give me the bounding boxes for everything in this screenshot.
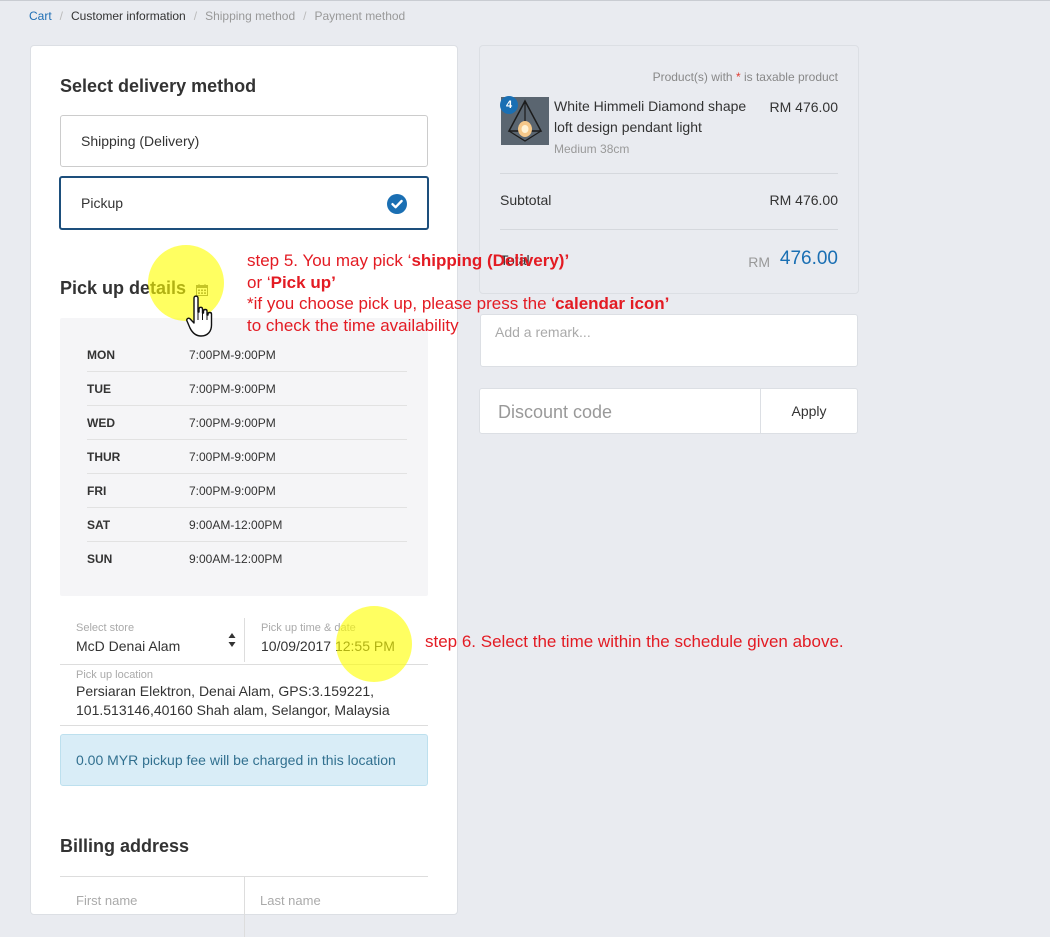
pickup-location-line2: 101.513146,40160 Shah alam, Selangor, Ma… <box>76 702 390 718</box>
step5-line2-emphasis: Pick up’ <box>270 273 336 292</box>
total-currency: RM <box>748 254 770 270</box>
step5-line1-emphasis: shipping (Delivery)’ <box>411 251 570 270</box>
remark-box <box>480 314 858 367</box>
schedule-row: TUE 7:00PM-9:00PM <box>87 372 407 406</box>
quantity-badge: 4 <box>500 96 518 114</box>
step5-line3-text: *if you choose pick up, please press the… <box>247 294 556 313</box>
taxable-note: Product(s) with * is taxable product <box>653 70 838 84</box>
step5-annotation-line3: *if you choose pick up, please press the… <box>247 293 669 315</box>
shipping-delivery-label: Shipping (Delivery) <box>81 133 200 149</box>
last-name-field[interactable]: Last name <box>260 893 321 908</box>
billing-address-title: Billing address <box>60 836 190 856</box>
delivery-method-title: Select delivery method <box>60 76 257 96</box>
step5-annotation-line2: or ‘Pick up’ <box>247 272 336 294</box>
schedule-row: THUR 7:00PM-9:00PM <box>87 440 407 474</box>
pickup-location-label: Pick up location <box>76 669 154 681</box>
breadcrumb: Cart / Customer information / Shipping metho… <box>29 9 405 23</box>
schedule-day: FRI <box>87 484 107 498</box>
schedule-row: FRI 7:00PM-9:00PM <box>87 474 407 508</box>
schedule-time: 9:00AM-12:00PM <box>189 552 283 566</box>
step5-line3-emphasis: calendar icon’ <box>555 294 670 313</box>
store-select-value: McD Denai Alam <box>76 638 181 654</box>
schedule-day: THUR <box>87 450 121 464</box>
schedule-row: MON 7:00PM-9:00PM <box>87 338 407 372</box>
pickup-fee-notice: 0.00 MYR pickup fee will be charged in t… <box>60 734 428 786</box>
step6-annotation: step 6. Select the time within the sched… <box>425 632 844 651</box>
schedule-time: 9:00AM-12:00PM <box>189 518 283 532</box>
total-value: 476.00 <box>779 248 838 269</box>
product-variant: Medium 38cm <box>554 142 630 156</box>
store-select-label: Select store <box>76 622 135 634</box>
pickup-location-line1: Persiaran Elektron, Denai Alam, GPS:3.15… <box>76 683 375 699</box>
schedule-day: SUN <box>87 552 113 566</box>
schedule-row: SUN 9:00AM-12:00PM <box>87 542 407 575</box>
breadcrumb-separator: / <box>303 9 307 23</box>
shipping-delivery-option[interactable]: Shipping (Delivery) <box>60 115 428 167</box>
summary-divider <box>500 229 838 230</box>
schedule-day: SAT <box>87 518 111 532</box>
subtotal-label: Subtotal <box>500 192 552 208</box>
pickup-option[interactable]: Pickup <box>59 176 429 230</box>
top-border <box>0 0 1050 1</box>
taxable-note-suffix: is taxable product <box>740 70 838 84</box>
billing-name-row: First name Last name <box>60 876 428 937</box>
apply-discount-button[interactable]: Apply <box>760 389 857 433</box>
schedule-day: WED <box>87 416 115 430</box>
pickup-schedule: MON 7:00PM-9:00PM TUE 7:00PM-9:00PM WED 7:0… <box>60 318 428 596</box>
schedule-time: 7:00PM-9:00PM <box>189 450 276 464</box>
breadcrumb-separator: / <box>193 9 198 23</box>
schedule-time: 7:00PM-9:00PM <box>189 348 276 362</box>
time-highlight <box>336 606 412 682</box>
discount-code-input[interactable] <box>496 401 750 424</box>
check-circle-icon <box>387 194 407 214</box>
taxable-note-prefix: Product(s) with <box>652 70 736 84</box>
product-price: RM 476.00 <box>769 99 838 115</box>
step5-line2-text: or ‘ <box>247 273 271 292</box>
field-divider <box>244 877 245 937</box>
step5-annotation-line4: to check the time availability <box>247 316 459 335</box>
breadcrumb-cart[interactable]: Cart <box>29 9 52 23</box>
product-name: White Himmeli Diamond shape loft design … <box>554 98 747 135</box>
summary-divider <box>500 173 838 174</box>
first-name-field[interactable]: First name <box>76 893 137 908</box>
subtotal-value: RM 476.00 <box>769 192 838 208</box>
schedule-time: 7:00PM-9:00PM <box>189 382 276 396</box>
breadcrumb-payment-method: Payment method <box>314 9 406 23</box>
remark-input[interactable] <box>493 323 837 341</box>
schedule-row: WED 7:00PM-9:00PM <box>87 406 407 440</box>
pointer-hand-icon <box>186 295 213 337</box>
discount-box: Apply <box>479 388 858 434</box>
breadcrumb-separator: / <box>59 9 64 23</box>
schedule-time: 7:00PM-9:00PM <box>189 416 276 430</box>
store-select[interactable]: Select store McD Denai Alam <box>60 618 245 662</box>
schedule-time: 7:00PM-9:00PM <box>189 484 276 498</box>
schedule-day: TUE <box>87 382 111 396</box>
schedule-row: SAT 9:00AM-12:00PM <box>87 508 407 542</box>
breadcrumb-customer-information: Customer information <box>71 9 186 23</box>
schedule-day: MON <box>87 348 115 362</box>
breadcrumb-shipping-method: Shipping method <box>205 9 296 23</box>
step5-line1-text: step 5. You may pick ‘ <box>247 251 412 270</box>
sort-arrows-icon <box>228 632 236 648</box>
step5-annotation-line1: step 5. You may pick ‘shipping (Delivery… <box>247 250 569 272</box>
checkout-form-panel: Select delivery method Shipping (Deliver… <box>30 45 458 937</box>
pickup-label: Pickup <box>81 195 124 211</box>
